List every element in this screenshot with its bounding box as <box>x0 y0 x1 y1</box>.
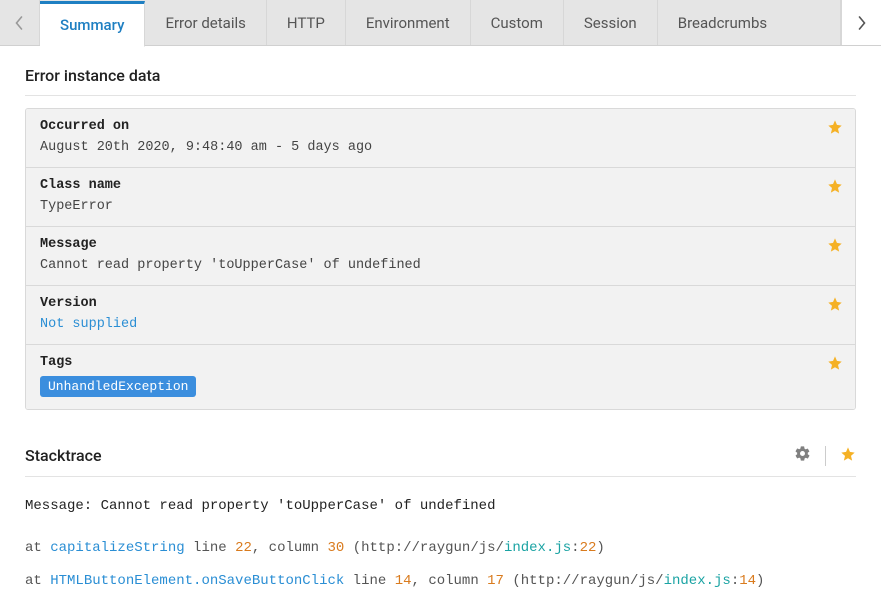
section-title: Error instance data <box>25 66 160 85</box>
settings-button[interactable] <box>794 445 811 466</box>
stack-frame: at HTMLButtonElement.onSaveButtonClick l… <box>25 572 856 592</box>
tab-error-details[interactable]: Error details <box>145 0 266 45</box>
divider <box>825 446 826 466</box>
star-icon <box>827 296 843 312</box>
star-toggle[interactable] <box>827 355 843 375</box>
error-data-list: Occurred on August 20th 2020, 9:48:40 am… <box>25 108 856 410</box>
tab-label: Custom <box>491 14 543 32</box>
tab-session[interactable]: Session <box>564 0 658 45</box>
card-label: Tags <box>40 355 841 370</box>
card-label: Occurred on <box>40 119 841 134</box>
section-header-error-data: Error instance data <box>25 66 856 96</box>
stack-message-text: Cannot read property 'toUpperCase' of un… <box>101 498 496 514</box>
stacktrace-body: Message: Cannot read property 'toUpperCa… <box>25 497 856 592</box>
stack-actions <box>794 445 856 466</box>
tab-summary[interactable]: Summary <box>40 1 145 47</box>
tab-breadcrumbs[interactable]: Breadcrumbs <box>658 0 841 45</box>
section-header-stacktrace: Stacktrace <box>25 445 856 477</box>
card-label: Message <box>40 237 841 252</box>
tag-chip[interactable]: UnhandledException <box>40 376 196 397</box>
star-icon <box>827 119 843 135</box>
card-value: TypeError <box>40 199 841 214</box>
tab-custom[interactable]: Custom <box>471 0 564 45</box>
star-icon <box>827 178 843 194</box>
tab-label: HTTP <box>287 14 325 32</box>
card-value: August 20th 2020, 9:48:40 am - 5 days ag… <box>40 140 841 155</box>
stack-message: Message: Cannot read property 'toUpperCa… <box>25 497 856 517</box>
star-icon <box>840 446 856 462</box>
tab-scroll-right[interactable] <box>841 0 881 45</box>
star-toggle[interactable] <box>827 237 843 257</box>
frame-column: 30 <box>328 540 345 556</box>
tab-label: Error details <box>165 14 245 32</box>
tab-environment[interactable]: Environment <box>346 0 471 45</box>
card-tags: Tags UnhandledException <box>26 345 855 409</box>
card-occurred-on: Occurred on August 20th 2020, 9:48:40 am… <box>26 109 855 168</box>
tab-http[interactable]: HTTP <box>267 0 346 45</box>
star-toggle[interactable] <box>840 446 856 466</box>
tab-label: Breadcrumbs <box>678 14 767 32</box>
content-area: Error instance data Occurred on August 2… <box>0 46 881 592</box>
gear-icon <box>794 445 811 462</box>
frame-file: index.js <box>504 540 571 556</box>
star-toggle[interactable] <box>827 296 843 316</box>
section-title: Stacktrace <box>25 446 102 465</box>
frame-line: 22 <box>235 540 252 556</box>
stack-message-label: Message: <box>25 498 92 514</box>
star-icon <box>827 355 843 371</box>
card-value: Cannot read property 'toUpperCase' of un… <box>40 258 841 273</box>
card-message: Message Cannot read property 'toUpperCas… <box>26 227 855 286</box>
star-toggle[interactable] <box>827 119 843 139</box>
card-version: Version Not supplied <box>26 286 855 345</box>
frame-function: capitalizeString <box>50 540 184 556</box>
tab-label: Summary <box>60 16 124 34</box>
tab-bar: Summary Error details HTTP Environment C… <box>0 0 881 46</box>
tab-scroll-left[interactable] <box>0 0 40 45</box>
star-icon <box>827 237 843 253</box>
tab-label: Session <box>584 14 637 32</box>
card-label: Class name <box>40 178 841 193</box>
star-toggle[interactable] <box>827 178 843 198</box>
stack-frame: at capitalizeString line 22, column 30 (… <box>25 539 856 559</box>
tab-label: Environment <box>366 14 450 32</box>
card-value-link[interactable]: Not supplied <box>40 317 841 332</box>
chevron-right-icon <box>857 16 866 30</box>
chevron-left-icon <box>15 16 24 30</box>
card-label: Version <box>40 296 841 311</box>
card-class-name: Class name TypeError <box>26 168 855 227</box>
